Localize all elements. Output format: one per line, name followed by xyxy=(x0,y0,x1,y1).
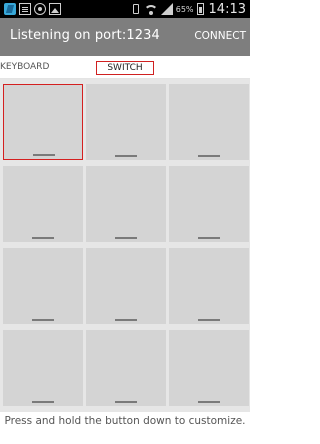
battery-icon xyxy=(196,3,204,15)
tab-bar: KEYBOARD SWITCH xyxy=(0,56,250,78)
app-icon xyxy=(4,3,16,15)
button-underline xyxy=(32,319,54,321)
status-bar: 65% 14:13 xyxy=(0,0,250,18)
switch-button-1[interactable] xyxy=(3,84,83,160)
button-underline xyxy=(198,155,220,157)
switch-button-4[interactable] xyxy=(3,166,83,242)
circle-icon xyxy=(34,3,46,15)
document-icon xyxy=(19,3,31,15)
button-underline xyxy=(115,401,137,403)
switch-button-8[interactable] xyxy=(86,248,166,324)
switch-button-5[interactable] xyxy=(86,166,166,242)
tab-keyboard[interactable]: KEYBOARD xyxy=(0,62,49,72)
button-underline xyxy=(198,401,220,403)
vibrate-icon xyxy=(131,3,141,15)
switch-button-2[interactable] xyxy=(86,84,166,160)
switch-button-6[interactable] xyxy=(169,166,249,242)
switch-button-7[interactable] xyxy=(3,248,83,324)
switch-grid xyxy=(0,79,250,412)
battery-percent: 65% xyxy=(175,4,194,14)
clock: 14:13 xyxy=(208,1,246,17)
button-underline xyxy=(32,401,54,403)
button-underline xyxy=(115,237,137,239)
button-underline xyxy=(33,154,55,156)
switch-button-9[interactable] xyxy=(169,248,249,324)
action-bar: Listening on port:1234 CONNECT xyxy=(0,18,250,56)
system-icons: 65% 14:13 xyxy=(131,0,246,18)
button-underline xyxy=(115,319,137,321)
button-underline xyxy=(32,237,54,239)
connect-button[interactable]: CONNECT xyxy=(194,30,246,42)
page-title: Listening on port:1234 xyxy=(10,28,160,43)
signal-icon xyxy=(160,3,173,15)
button-underline xyxy=(198,319,220,321)
customize-hint: Press and hold the button down to custom… xyxy=(0,412,250,444)
switch-button-11[interactable] xyxy=(86,330,166,406)
button-underline xyxy=(115,155,137,157)
notification-icons xyxy=(4,3,61,15)
button-underline xyxy=(198,237,220,239)
switch-button-3[interactable] xyxy=(169,84,249,160)
switch-button-12[interactable] xyxy=(169,330,249,406)
image-icon xyxy=(49,3,61,15)
wifi-icon xyxy=(143,3,158,15)
tab-switch[interactable]: SWITCH xyxy=(96,61,154,75)
switch-button-10[interactable] xyxy=(3,330,83,406)
